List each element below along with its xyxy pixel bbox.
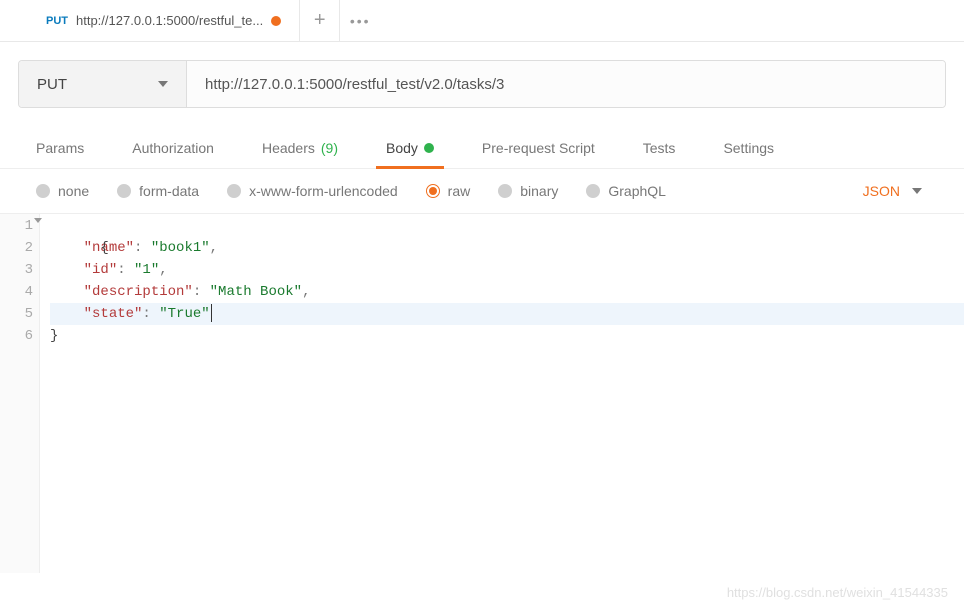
- radio-icon: [586, 184, 600, 198]
- chevron-down-icon: [158, 81, 168, 87]
- code-line: "name": "book1",: [50, 237, 964, 259]
- body-type-graphql[interactable]: GraphQL: [586, 183, 666, 199]
- radio-icon: [227, 184, 241, 198]
- code-editor[interactable]: 1 2 3 4 5 6 { "name": "book1", "id": "1"…: [0, 213, 964, 573]
- body-type-urlencoded[interactable]: x-www-form-urlencoded: [227, 183, 398, 199]
- body-type-row: none form-data x-www-form-urlencoded raw…: [0, 169, 964, 213]
- body-type-none[interactable]: none: [36, 183, 89, 199]
- tab-headers[interactable]: Headers (9): [238, 130, 362, 168]
- request-tab[interactable]: PUT http://127.0.0.1:5000/restful_te...: [28, 0, 300, 41]
- tab-method-label: PUT: [46, 15, 68, 27]
- watermark-text: https://blog.csdn.net/weixin_41544335: [727, 585, 948, 600]
- tab-params[interactable]: Params: [0, 130, 108, 168]
- raw-format-value: JSON: [863, 183, 900, 199]
- radio-icon: [36, 184, 50, 198]
- body-type-raw[interactable]: raw: [426, 183, 471, 199]
- tab-prerequest[interactable]: Pre-request Script: [458, 130, 619, 168]
- tab-tests[interactable]: Tests: [619, 130, 700, 168]
- chevron-down-icon: [912, 188, 922, 194]
- new-tab-button[interactable]: +: [300, 0, 340, 41]
- editor-gutter: 1 2 3 4 5 6: [0, 214, 40, 573]
- url-bar: PUT: [18, 60, 946, 108]
- code-line: "description": "Math Book",: [50, 281, 964, 303]
- request-section-tabs: Params Authorization Headers (9) Body Pr…: [0, 122, 964, 169]
- radio-icon: [498, 184, 512, 198]
- tab-body[interactable]: Body: [362, 130, 458, 168]
- url-region: PUT: [0, 42, 964, 122]
- code-line: }: [50, 325, 964, 347]
- http-method-select[interactable]: PUT: [19, 61, 187, 107]
- body-type-form-data[interactable]: form-data: [117, 183, 199, 199]
- request-url-input[interactable]: [187, 61, 945, 107]
- body-type-binary[interactable]: binary: [498, 183, 558, 199]
- unsaved-indicator-icon: [271, 16, 281, 26]
- tab-bar: PUT http://127.0.0.1:5000/restful_te... …: [0, 0, 964, 42]
- tab-title: http://127.0.0.1:5000/restful_te...: [76, 13, 263, 28]
- code-line-active: "state": "True": [50, 303, 964, 325]
- editor-code-area[interactable]: { "name": "book1", "id": "1", "descripti…: [40, 214, 964, 573]
- radio-icon: [117, 184, 131, 198]
- headers-count: (9): [321, 140, 338, 156]
- tab-overflow-button[interactable]: •••: [340, 0, 380, 41]
- raw-format-select[interactable]: JSON: [863, 183, 928, 199]
- http-method-value: PUT: [37, 76, 67, 93]
- code-line: "id": "1",: [50, 259, 964, 281]
- fold-marker-icon[interactable]: [34, 218, 42, 223]
- code-line: {: [50, 215, 964, 237]
- body-modified-icon: [424, 143, 434, 153]
- radio-icon: [426, 184, 440, 198]
- tab-authorization[interactable]: Authorization: [108, 130, 238, 168]
- tab-settings[interactable]: Settings: [699, 130, 798, 168]
- cursor-icon: [211, 304, 212, 322]
